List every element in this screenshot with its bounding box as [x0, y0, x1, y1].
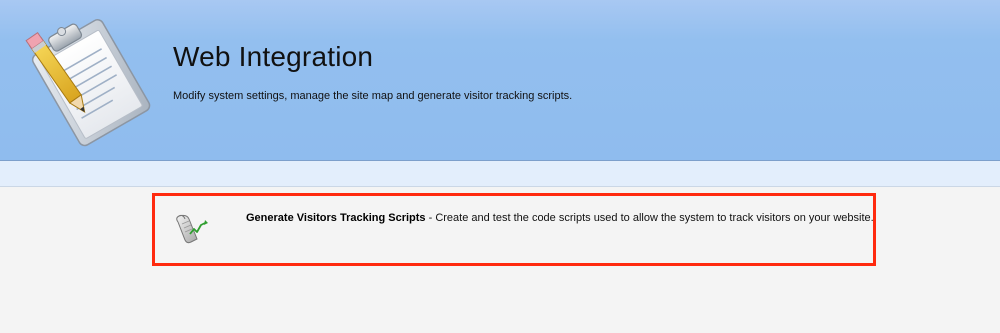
- generate-tracking-scripts-link[interactable]: Generate Visitors Tracking Scripts: [246, 212, 426, 224]
- page-header: Web Integration Modify system settings, …: [0, 0, 1000, 161]
- page-subtitle: Modify system settings, manage the site …: [173, 90, 573, 102]
- clipboard-pencil-icon: [25, 19, 151, 147]
- header-divider-strip: [0, 161, 1000, 187]
- feature-generate-tracking-scripts[interactable]: Generate Visitors Tracking Scripts - Cre…: [152, 193, 876, 266]
- feature-text: Generate Visitors Tracking Scripts - Cre…: [246, 212, 874, 224]
- feature-separator: -: [425, 212, 436, 224]
- tracking-script-icon: [176, 214, 208, 244]
- feature-description: Create and test the code scripts used to…: [435, 212, 874, 224]
- page-title: Web Integration: [173, 41, 374, 72]
